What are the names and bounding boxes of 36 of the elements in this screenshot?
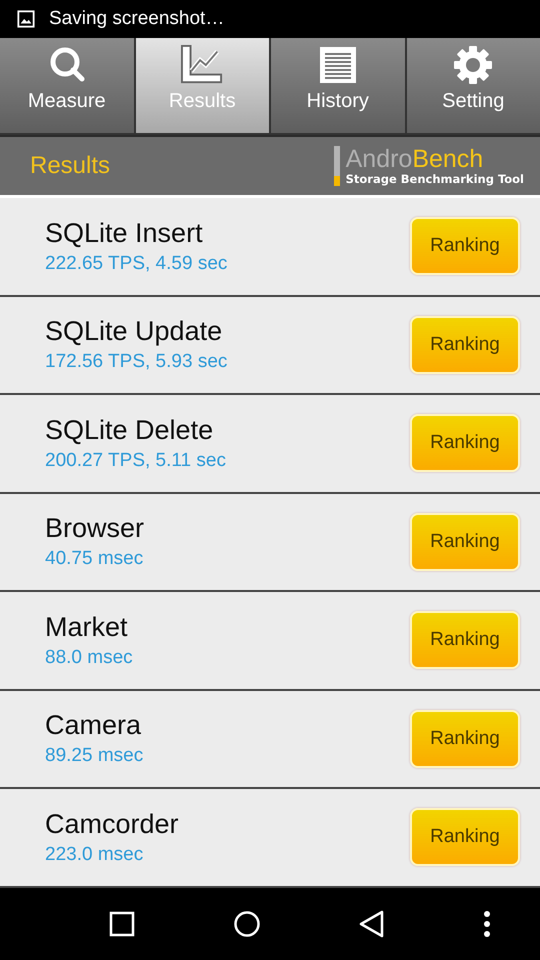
more-icon[interactable] <box>483 910 491 938</box>
test-result: 200.27 TPS, 5.11 sec <box>45 450 226 472</box>
document-icon <box>318 44 357 86</box>
test-result: 89.25 msec <box>45 745 144 768</box>
ranking-button[interactable]: Ranking <box>410 414 520 472</box>
test-name: Market <box>45 612 129 643</box>
logo-title: AndroBench <box>346 146 484 172</box>
test-name: Camcorder <box>45 808 179 840</box>
notification-text: Saving screenshot… <box>49 8 224 30</box>
test-name: SQLite Insert <box>45 218 204 249</box>
recent-apps-icon[interactable] <box>109 911 135 937</box>
ranking-button[interactable]: Ranking <box>410 512 520 571</box>
ranking-button[interactable]: Ranking <box>410 808 520 866</box>
ranking-button[interactable]: Ranking <box>410 217 520 276</box>
test-name: SQLite Delete <box>45 414 214 446</box>
test-name: Camera <box>45 710 142 742</box>
tab[interactable]: Setting <box>406 38 540 133</box>
settings-icon <box>453 44 494 86</box>
test-result: 223.0 msec <box>45 844 144 866</box>
test-result: 222.65 TPS, 4.59 sec <box>45 252 228 275</box>
logo-tagline: Storage Benchmarking Tool <box>346 172 524 186</box>
tab[interactable]: Measure <box>0 38 134 133</box>
logo-bar-icon <box>334 146 340 186</box>
page-title: Results <box>30 152 110 180</box>
test-result: 40.75 msec <box>45 548 144 570</box>
tab[interactable]: History <box>271 38 404 133</box>
ranking-button[interactable]: Ranking <box>410 710 520 768</box>
back-icon[interactable] <box>359 910 385 938</box>
home-icon[interactable] <box>233 910 261 938</box>
ranking-button[interactable]: Ranking <box>410 611 520 670</box>
test-name: SQLite Update <box>45 316 224 348</box>
ranking-button[interactable]: Ranking <box>410 316 520 374</box>
image-icon <box>17 10 35 28</box>
test-result: 172.56 TPS, 5.93 sec <box>45 351 228 374</box>
test-result: 88.0 msec <box>45 646 133 669</box>
test-name: Browser <box>45 513 144 544</box>
